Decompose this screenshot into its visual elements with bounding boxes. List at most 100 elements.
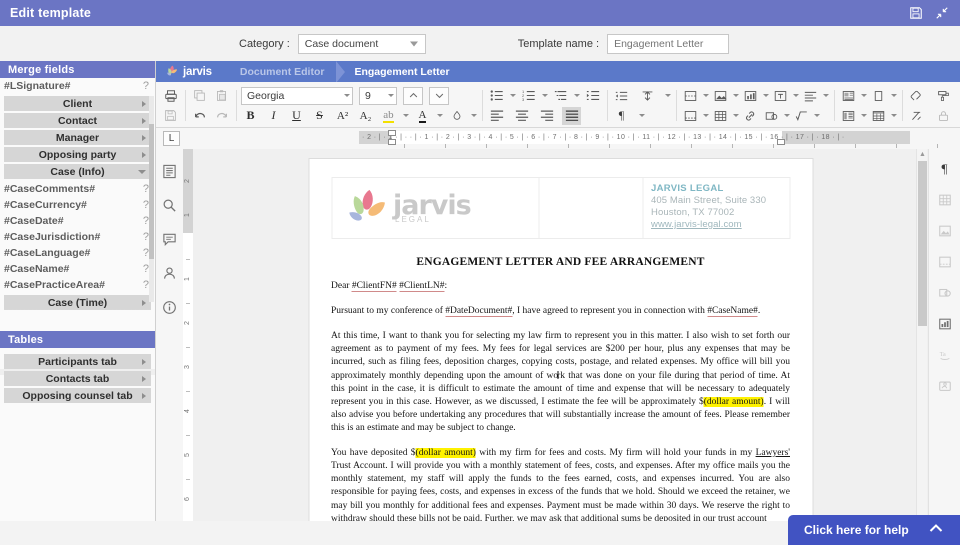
subscript-button[interactable]: A₂	[356, 107, 375, 125]
chevron-down-icon[interactable]	[792, 87, 799, 105]
merge-field-client-ln[interactable]: #ClientLN#	[399, 281, 444, 292]
italic-button[interactable]: I	[264, 107, 283, 125]
salutation-paragraph[interactable]: Dear #ClientFN# #ClientLN#:	[331, 280, 790, 293]
chevron-down-icon[interactable]	[890, 107, 897, 125]
page-break-icon[interactable]	[681, 87, 700, 105]
merge-field-item[interactable]: #CasePracticeArea#?	[0, 277, 155, 293]
merge-fields-scrollbar[interactable]	[149, 96, 154, 302]
insert-table-icon[interactable]	[711, 107, 730, 125]
eraser-icon[interactable]	[907, 87, 926, 105]
chevron-down-icon[interactable]	[573, 87, 580, 105]
tables-item-opposing-counsel-tab[interactable]: Opposing counsel tab	[4, 388, 151, 403]
copy-icon[interactable]	[190, 87, 209, 105]
clear-formatting-icon[interactable]	[907, 107, 926, 125]
users-icon[interactable]	[161, 264, 179, 282]
superscript-button[interactable]: A²	[333, 107, 352, 125]
chevron-down-icon[interactable]	[638, 107, 645, 125]
chevron-down-icon[interactable]	[813, 107, 820, 125]
paragraph-2[interactable]: At this time, I want to thank you for se…	[331, 330, 790, 435]
insert-image-icon[interactable]	[711, 87, 730, 105]
chart-settings-icon[interactable]	[936, 315, 954, 333]
insert-footer-icon[interactable]	[681, 107, 700, 125]
tables-item-contacts-tab[interactable]: Contacts tab	[4, 371, 151, 386]
chevron-down-icon[interactable]	[702, 107, 709, 125]
text-wrap-icon[interactable]	[839, 87, 858, 105]
merge-field-group-case-time[interactable]: Case (Time)	[4, 295, 151, 310]
tab-stop-selector[interactable]: L	[163, 131, 180, 146]
document-vertical-scrollbar[interactable]: ▲ ▼	[916, 149, 927, 524]
table-settings-icon[interactable]	[936, 191, 954, 209]
multilevel-list-icon[interactable]	[551, 87, 570, 105]
decrease-font-size-button[interactable]	[429, 87, 449, 105]
info-icon[interactable]	[161, 298, 179, 316]
tables-item-participants-tab[interactable]: Participants tab	[4, 354, 151, 369]
template-name-input[interactable]	[607, 34, 729, 54]
undo-icon[interactable]	[190, 107, 209, 125]
image-settings-icon[interactable]	[936, 222, 954, 240]
bulleted-list-icon[interactable]	[487, 87, 506, 105]
merge-field-group-contact[interactable]: Contact	[4, 113, 151, 128]
horizontal-ruler[interactable]: · 2 · | · 1 · | · · | · 1 · | · 2 · | · …	[359, 131, 910, 144]
fill-color-icon[interactable]	[447, 107, 466, 125]
columns-icon[interactable]	[839, 107, 858, 125]
signature-settings-icon[interactable]	[936, 377, 954, 395]
scrollbar-thumb[interactable]	[918, 161, 927, 326]
merge-field-date-document[interactable]: #DateDocument#	[445, 306, 512, 317]
chevron-down-icon[interactable]	[541, 87, 548, 105]
underline-button[interactable]: U	[287, 107, 306, 125]
chevron-down-icon[interactable]	[890, 87, 897, 105]
chevron-down-icon[interactable]	[860, 87, 867, 105]
shape-settings-icon[interactable]	[936, 284, 954, 302]
insert-equation-icon[interactable]	[792, 107, 811, 125]
help-button[interactable]: Click here for help	[788, 515, 960, 545]
merge-field-help-icon[interactable]: ?	[143, 80, 149, 92]
merge-field-group-manager[interactable]: Manager	[4, 130, 151, 145]
comments-icon[interactable]	[161, 230, 179, 248]
breadcrumb-document-editor[interactable]: Document Editor	[240, 66, 325, 78]
format-painter-icon[interactable]	[934, 87, 953, 105]
paragraph-3[interactable]: You have deposited $(dollar amount) with…	[331, 447, 790, 524]
chevron-down-icon[interactable]	[783, 107, 790, 125]
first-line-indent-marker[interactable]	[388, 130, 396, 136]
chevron-down-icon[interactable]	[509, 87, 516, 105]
highlighted-placeholder-deposit[interactable]: (dollar amount)	[416, 448, 476, 458]
chevron-down-icon[interactable]	[732, 87, 739, 105]
merge-field-item[interactable]: #CaseName#?	[0, 261, 155, 277]
merge-field-client-fn[interactable]: #ClientFN#	[352, 281, 397, 292]
merge-field-case-name[interactable]: #CaseName#	[707, 306, 758, 317]
increase-font-size-button[interactable]	[403, 87, 423, 105]
print-icon[interactable]	[161, 87, 180, 105]
paragraph-settings-icon[interactable]: ¶	[936, 160, 954, 178]
chevron-down-icon[interactable]	[860, 107, 867, 125]
chevron-down-icon[interactable]	[436, 107, 443, 125]
document-page[interactable]: jarvis LEGAL JARVIS LEGAL 405 Main Stree…	[309, 159, 812, 524]
chevron-down-icon[interactable]	[822, 87, 829, 105]
paragraph-1[interactable]: Pursuant to my conference of #DateDocume…	[331, 305, 790, 318]
decrease-indent-icon[interactable]	[612, 87, 631, 105]
firm-website-link[interactable]: www.jarvis-legal.com	[651, 219, 742, 230]
save-icon[interactable]	[161, 107, 180, 125]
navigation-panel-icon[interactable]	[161, 162, 179, 180]
textart-settings-icon[interactable]: Ta	[936, 346, 954, 364]
merge-field-item[interactable]: #CaseCurrency#?	[0, 197, 155, 213]
merge-field-group-client[interactable]: Client	[4, 96, 151, 111]
protect-document-icon[interactable]	[934, 107, 953, 125]
paste-icon[interactable]	[212, 87, 231, 105]
show-formatting-marks-icon[interactable]: ¶	[612, 107, 631, 125]
chevron-down-icon[interactable]	[470, 107, 477, 125]
insert-textart-icon[interactable]	[801, 87, 820, 105]
merge-field-group-opposing-party[interactable]: Opposing party	[4, 147, 151, 162]
search-icon[interactable]	[161, 196, 179, 214]
scroll-up-icon[interactable]: ▲	[917, 149, 928, 160]
font-family-select[interactable]: Georgia	[241, 87, 353, 105]
floppy-disk-icon[interactable]	[909, 6, 923, 20]
scrollbar-thumb[interactable]	[149, 124, 154, 259]
merge-field-item[interactable]: #LSignature#?	[0, 78, 155, 94]
merge-field-group-case-info[interactable]: Case (Info)	[4, 164, 151, 179]
merge-field-item[interactable]: #CaseDate#?	[0, 213, 155, 229]
numbered-list-icon[interactable]: 123	[519, 87, 538, 105]
increase-indent-icon[interactable]	[583, 87, 602, 105]
collapse-arrows-icon[interactable]	[935, 6, 949, 20]
merge-field-item[interactable]: #CaseComments#?	[0, 181, 155, 197]
page-orientation-icon[interactable]	[869, 87, 888, 105]
